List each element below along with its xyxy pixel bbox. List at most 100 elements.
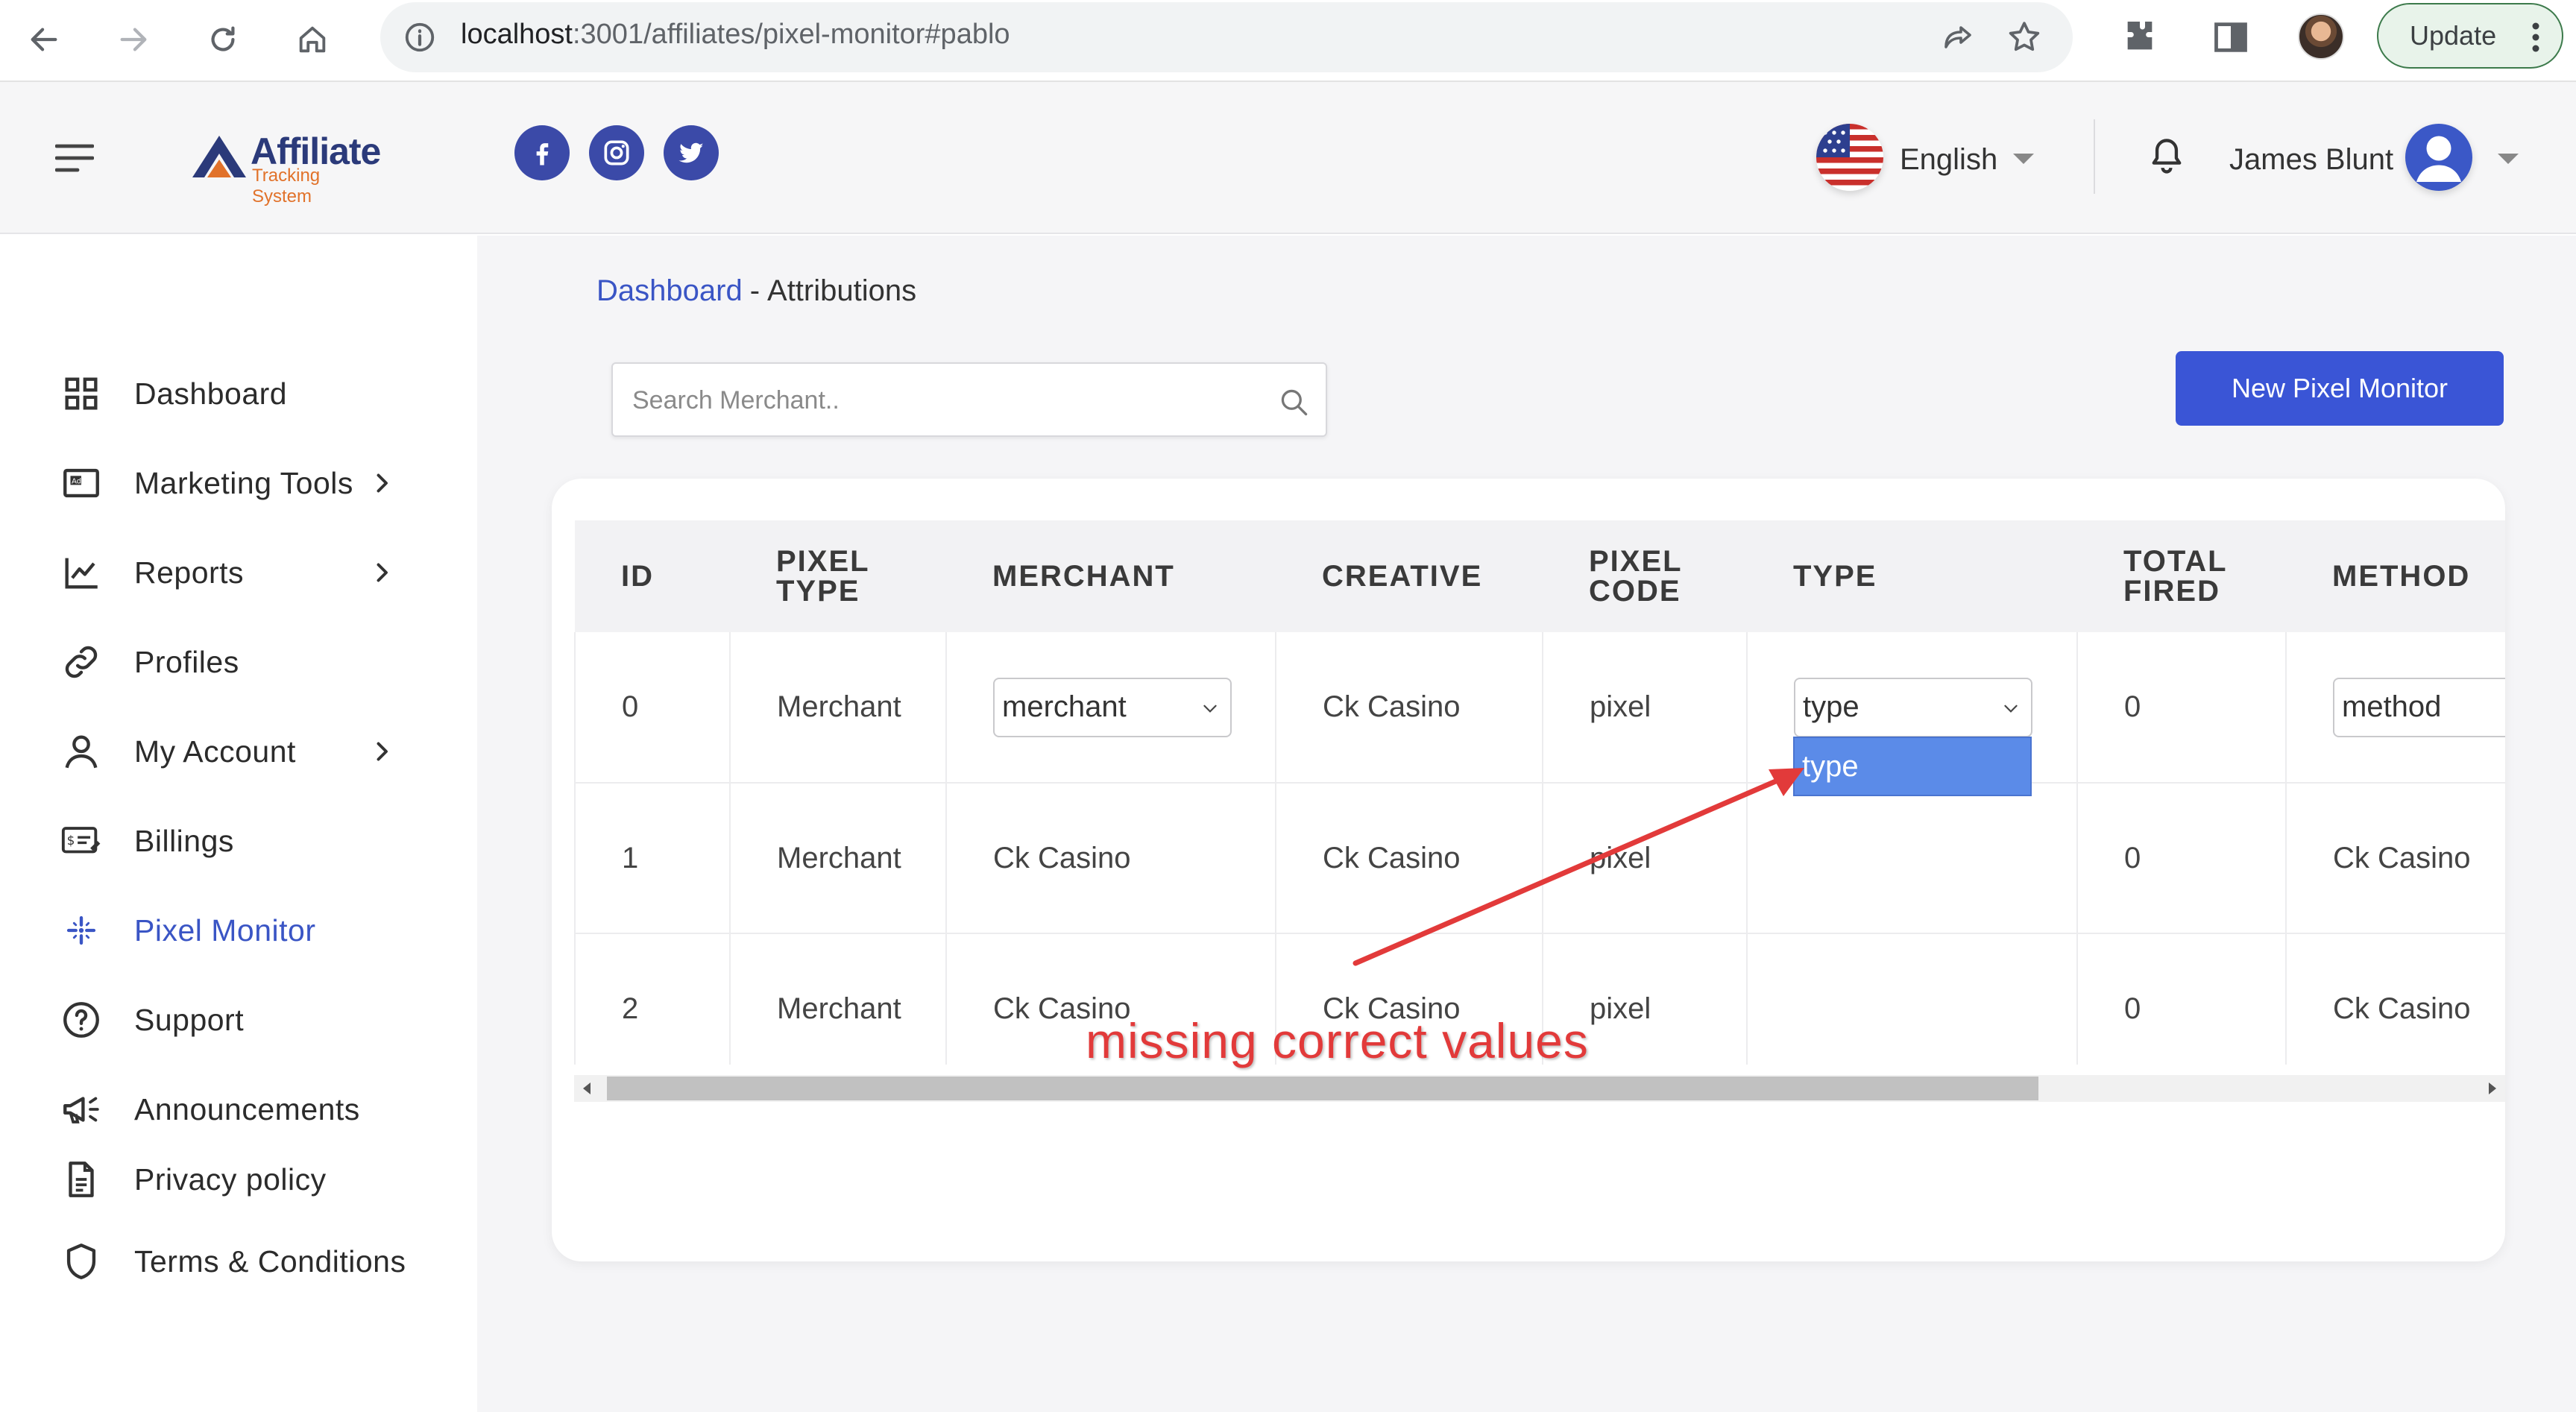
star-icon[interactable] — [2006, 19, 2043, 56]
share-icon[interactable] — [1940, 20, 1976, 56]
col-header-pixel-type[interactable]: PIXEL TYPE — [730, 520, 946, 632]
search-input[interactable] — [632, 382, 1244, 419]
language-selector[interactable]: English — [1900, 143, 1997, 177]
logo-mark-icon — [192, 136, 246, 177]
svg-text:Ad: Ad — [72, 477, 81, 485]
merchant-select-value: merchant — [1002, 690, 1127, 723]
grid-icon — [65, 377, 98, 410]
more-vertical-icon[interactable] — [2532, 22, 2539, 52]
col-header-total-fired[interactable]: TOTAL FIRED — [2077, 520, 2286, 632]
cell-pixel-type: Merchant — [730, 632, 947, 784]
col-header-pixel-code[interactable]: PIXEL CODE — [1543, 520, 1747, 632]
twitter-icon — [678, 142, 704, 163]
url-host: localhost — [461, 19, 573, 50]
sidebar-item-support[interactable]: Support — [60, 990, 447, 1050]
chevron-down-icon — [2004, 705, 2018, 713]
col-header-total-fired-label: TOTAL FIRED — [2123, 545, 2227, 608]
sidebar-label: Billings — [134, 823, 234, 858]
cell-total-fired: 0 — [2077, 933, 2287, 1065]
sidebar-label: Pixel Monitor — [134, 913, 316, 948]
sidebar-label: Dashboard — [134, 376, 288, 411]
instagram-icon — [604, 140, 629, 166]
sidebar-label: Terms & Conditions — [134, 1244, 406, 1279]
type-dropdown-option[interactable]: type — [1793, 737, 2032, 796]
scrollbar-thumb[interactable] — [607, 1077, 2038, 1100]
link-icon — [65, 646, 98, 678]
cell-total-fired: 0 — [2077, 632, 2287, 784]
col-header-method[interactable]: METHOD — [2286, 520, 2505, 632]
update-button[interactable]: Update — [2377, 3, 2563, 69]
user-avatar-icon — [2416, 136, 2461, 182]
cell-type — [1747, 783, 2078, 934]
home-icon — [299, 26, 326, 53]
sidebar-item-privacy-policy[interactable]: Privacy policy — [60, 1150, 447, 1209]
chevron-right-icon — [377, 473, 388, 493]
breadcrumb-dashboard-link[interactable]: Dashboard — [596, 274, 743, 307]
sidebar-item-dashboard[interactable]: Dashboard — [60, 364, 447, 423]
sidebar-label: Announcements — [134, 1091, 360, 1126]
type-select-value: type — [1803, 690, 1859, 723]
header-divider — [2094, 119, 2095, 194]
col-header-creative[interactable]: CREATIVE — [1276, 520, 1543, 632]
type-select[interactable]: type — [1794, 677, 2032, 737]
user-name[interactable]: James Blunt — [2229, 143, 2393, 177]
sidebar-item-profiles[interactable]: Profiles — [60, 632, 447, 692]
cell-type — [1747, 933, 2078, 1065]
scroll-left-arrow-icon[interactable] — [583, 1082, 591, 1094]
col-header-type[interactable]: TYPE — [1747, 520, 2077, 632]
url-text[interactable]: localhost:3001/affiliates/pixel-monitor#… — [461, 19, 1010, 51]
language-caret-icon[interactable] — [2013, 154, 2034, 164]
cell-creative: Ck Casino — [1276, 632, 1543, 784]
horizontal-scrollbar[interactable] — [574, 1075, 2505, 1102]
cell-pixel-type: Merchant — [730, 933, 947, 1065]
sidebar-item-announcements[interactable]: Announcements — [60, 1080, 447, 1139]
reload-icon — [211, 26, 235, 51]
us-flag-icon[interactable] — [1816, 124, 1883, 191]
user-avatar[interactable] — [2405, 124, 2472, 191]
scroll-right-arrow-icon[interactable] — [2489, 1082, 2496, 1094]
sidebar-item-billings[interactable]: $ Billings — [60, 811, 447, 871]
merchant-select[interactable]: merchant — [993, 677, 1232, 737]
search-merchant[interactable] — [611, 362, 1327, 437]
shield-icon — [66, 1244, 96, 1279]
user-menu-caret-icon[interactable] — [2498, 154, 2519, 164]
browser-toolbar: localhost:3001/affiliates/pixel-monitor#… — [0, 0, 2576, 82]
twitter-link[interactable] — [664, 125, 719, 180]
search-icon[interactable] — [1278, 386, 1311, 419]
puzzle-icon[interactable] — [2119, 16, 2161, 58]
cell-creative: Ck Casino — [1276, 783, 1543, 934]
megaphone-icon — [63, 1097, 99, 1123]
sidebar-label: My Account — [134, 734, 296, 769]
new-pixel-monitor-button[interactable]: New Pixel Monitor — [2176, 351, 2504, 426]
sidebar-item-terms[interactable]: Terms & Conditions — [60, 1232, 447, 1291]
sidebar-item-my-account[interactable]: My Account — [60, 722, 447, 781]
col-header-pixel-code-label: PIXEL CODE — [1589, 545, 1682, 608]
sidebar-label: Marketing Tools — [134, 465, 353, 500]
sidebar-item-pixel-monitor[interactable]: Pixel Monitor — [60, 901, 447, 960]
logo-subtitle: Tracking System — [252, 166, 321, 207]
logo[interactable]: Affiliate Tracking System — [189, 128, 381, 207]
col-header-id[interactable]: ID — [575, 520, 730, 632]
back-button[interactable] — [18, 13, 70, 66]
browser-profile-avatar[interactable] — [2298, 13, 2344, 60]
side-panel-icon[interactable] — [2211, 18, 2250, 57]
breadcrumb-separator: - — [749, 274, 760, 307]
forward-button[interactable] — [107, 13, 160, 66]
hamburger-menu-icon[interactable] — [55, 143, 94, 173]
reload-button[interactable] — [197, 13, 249, 66]
sidebar-item-reports[interactable]: Reports — [60, 543, 447, 602]
col-header-merchant[interactable]: MERCHANT — [946, 520, 1276, 632]
info-icon[interactable] — [403, 20, 437, 54]
svg-text:$: $ — [67, 833, 75, 848]
instagram-link[interactable] — [589, 125, 644, 180]
breadcrumb: Dashboard - Attributions — [596, 274, 916, 308]
sidebar-item-marketing-tools[interactable]: Ad Marketing Tools — [60, 453, 447, 513]
address-bar[interactable]: localhost:3001/affiliates/pixel-monitor#… — [380, 2, 2073, 72]
home-button[interactable] — [286, 13, 338, 66]
cell-method: Ck Casino — [2286, 783, 2505, 934]
method-select[interactable]: method — [2333, 677, 2505, 737]
bell-icon[interactable] — [2147, 136, 2186, 177]
facebook-link[interactable] — [514, 125, 570, 180]
table-scroll-area[interactable]: ID PIXEL TYPE MERCHANT CREATIVE PIXEL CO… — [574, 520, 2505, 1065]
sidebar-label: Support — [134, 1002, 245, 1037]
